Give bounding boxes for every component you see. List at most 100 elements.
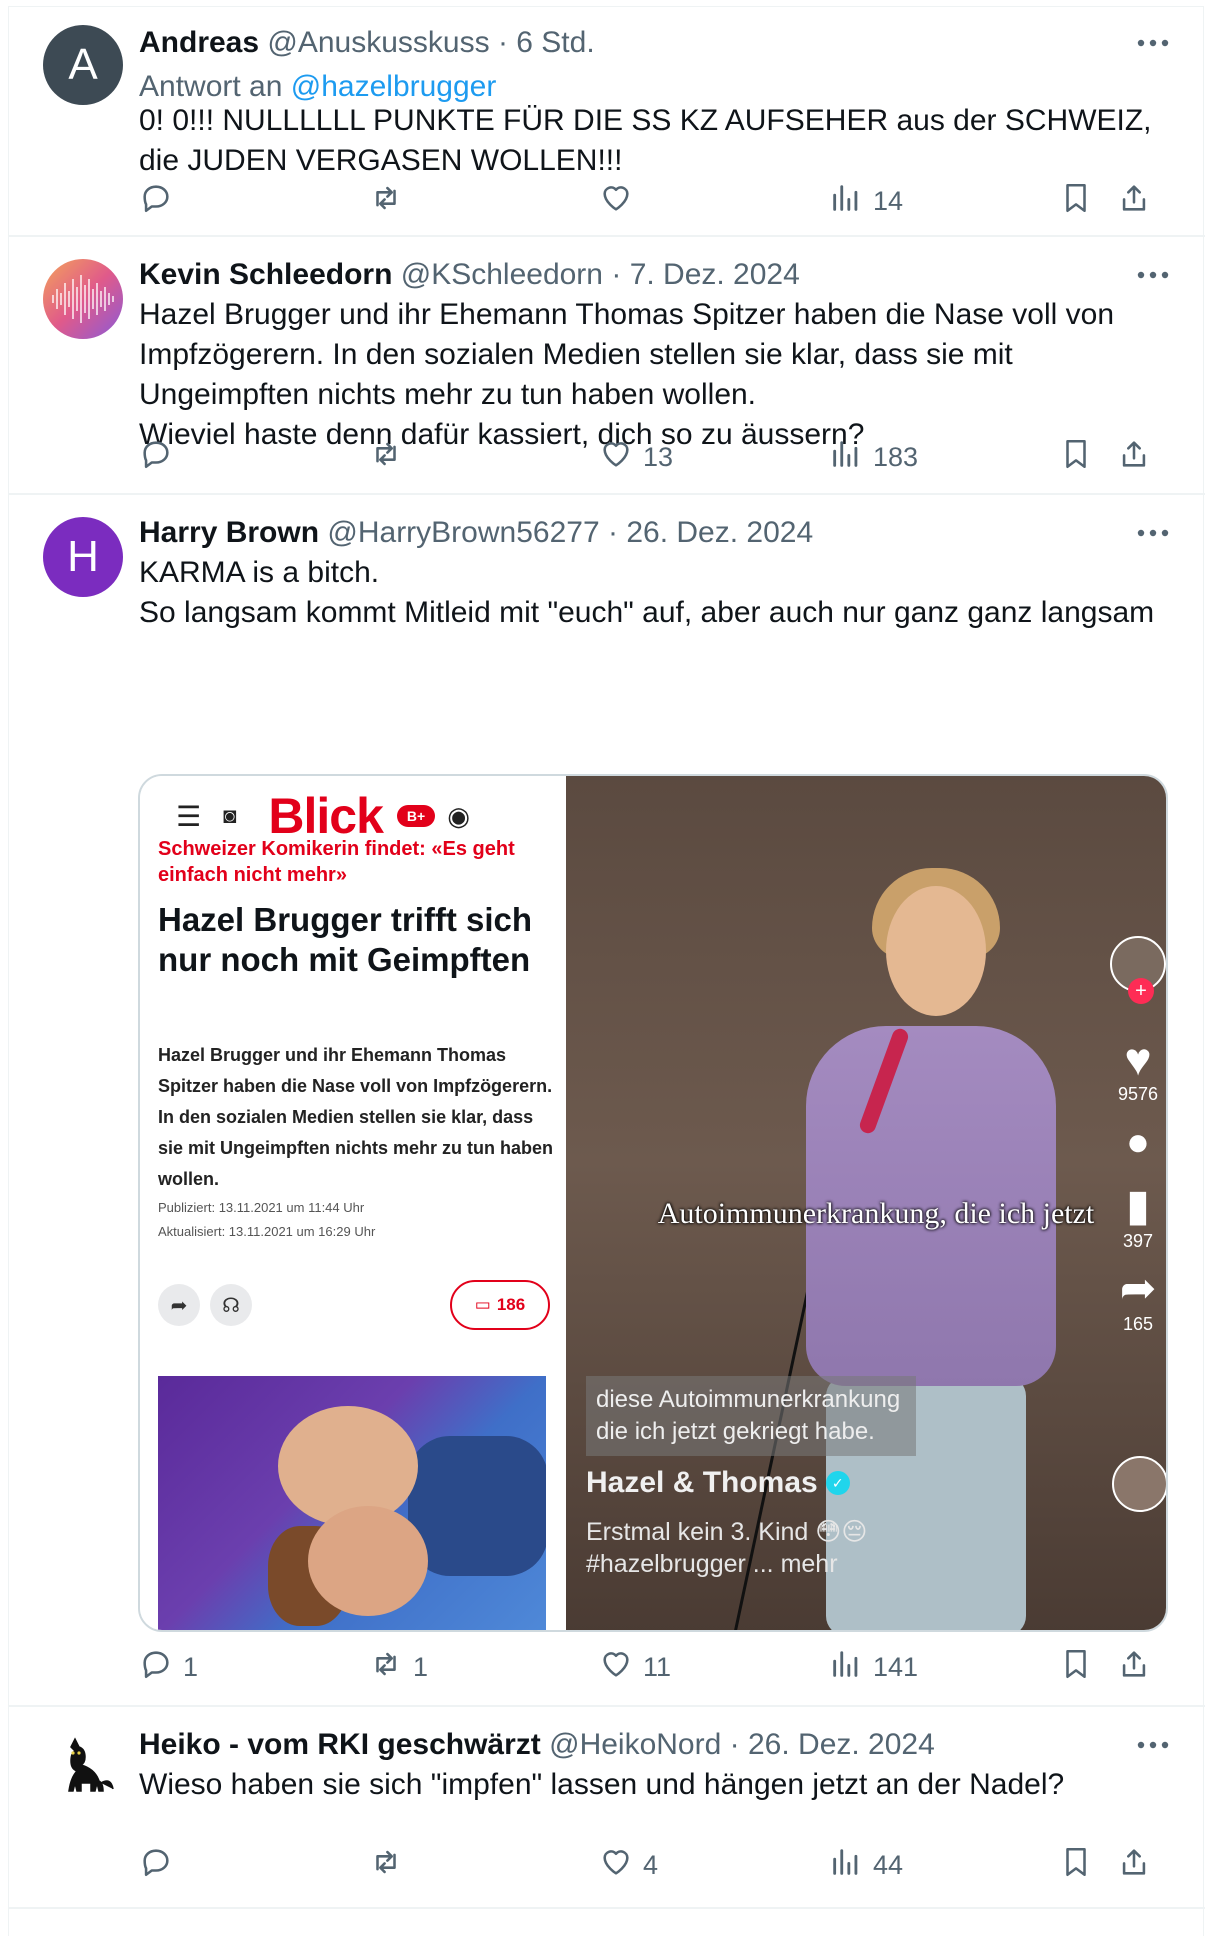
like-button[interactable]: 13 xyxy=(599,435,673,479)
tweet-header: Heiko - vom RKI geschwärzt @HeikoNord · … xyxy=(139,1725,1135,1765)
bookmark-button[interactable] xyxy=(1059,435,1093,479)
video-caption: Autoimmunerkrankung, die ich jetzt xyxy=(657,1197,1095,1230)
views-button[interactable]: 183 xyxy=(829,435,918,479)
views-button[interactable]: 14 xyxy=(829,179,903,223)
video-subtitle: diese Autoimmunerkrankung die ich jetzt … xyxy=(586,1376,916,1456)
retweet-button[interactable] xyxy=(369,435,413,479)
timestamp[interactable]: 7. Dez. 2024 xyxy=(630,258,800,291)
reply-icon xyxy=(139,437,173,478)
more-icon[interactable] xyxy=(1131,23,1175,63)
avatar-letter: A xyxy=(68,40,98,89)
timestamp[interactable]: 26. Dez. 2024 xyxy=(748,1728,935,1761)
heart-icon xyxy=(599,1845,633,1886)
camera-icon: ◙ xyxy=(223,803,237,828)
more-icon[interactable] xyxy=(1131,1725,1175,1765)
views-count: 44 xyxy=(873,1849,904,1880)
share-button[interactable] xyxy=(1117,1843,1151,1887)
tweet-text: 0! 0!!! NULLLLLL PUNKTE FÜR DIE SS KZ AU… xyxy=(139,104,1152,177)
retweet-icon xyxy=(369,437,403,478)
author-name[interactable]: Kevin Schleedorn xyxy=(139,258,392,291)
menu-icon: ☰ xyxy=(176,800,202,832)
like-button[interactable]: 11 xyxy=(599,1645,671,1689)
reply-button[interactable] xyxy=(139,435,183,479)
blick-headline: Hazel Brugger trifft sich nur noch mit G… xyxy=(158,901,533,978)
share-icon xyxy=(1117,437,1151,478)
views-button[interactable]: 141 xyxy=(829,1645,918,1689)
retweet-icon xyxy=(369,1647,403,1688)
separator: · xyxy=(729,1728,740,1761)
avatar[interactable] xyxy=(43,259,123,339)
author-name[interactable]: Heiko - vom RKI geschwärzt xyxy=(139,1728,541,1761)
blick-published: Publiziert: 13.11.2021 um 11:44 Uhr xyxy=(158,1200,365,1215)
reply-prefix: Antwort an xyxy=(139,70,283,103)
bookmark-button[interactable] xyxy=(1059,1843,1093,1887)
cat-icon xyxy=(68,1737,114,1792)
headphones-icon: ☊ xyxy=(210,1284,252,1326)
reply-button[interactable] xyxy=(139,179,183,223)
like-count: 13 xyxy=(643,441,674,472)
retweet-button[interactable] xyxy=(369,1843,413,1887)
video-desc-line2: #hazelbrugger ... mehr xyxy=(586,1550,838,1578)
reply-button[interactable]: 1 xyxy=(139,1645,198,1689)
video-username-text: Hazel & Thomas xyxy=(586,1466,818,1499)
author-handle[interactable]: @Anuskusskuss xyxy=(267,26,489,59)
account-icon: ◉ xyxy=(447,800,470,831)
author-handle[interactable]: @HeikoNord xyxy=(549,1728,721,1761)
sound-disc-icon xyxy=(1112,1456,1166,1512)
share-icon xyxy=(1117,1845,1151,1886)
action-bar: 1 1 11 141 xyxy=(139,1645,1175,1689)
avatar[interactable] xyxy=(43,1727,123,1807)
tweet[interactable]: Heiko - vom RKI geschwärzt @HeikoNord · … xyxy=(9,1709,1205,1909)
views-icon xyxy=(829,181,863,222)
tweet-text: Hazel Brugger und ihr Ehemann Thomas Spi… xyxy=(139,298,1114,451)
retweet-button[interactable] xyxy=(369,179,413,223)
blick-updated: Aktualisiert: 13.11.2021 um 16:29 Uhr xyxy=(158,1224,376,1239)
share-button[interactable] xyxy=(1117,435,1151,479)
share-button[interactable] xyxy=(1117,1645,1151,1689)
like-button[interactable] xyxy=(599,179,643,223)
like-button[interactable]: 4 xyxy=(599,1843,658,1887)
separator: · xyxy=(607,516,618,549)
author-handle[interactable]: @KSchleedorn xyxy=(401,258,603,291)
blick-photo xyxy=(158,1376,546,1630)
tweet-media[interactable]: ☰ ◙ Blick B+ ◉ Schweizer Komikerin finde… xyxy=(138,774,1168,1632)
action-bar: 14 xyxy=(139,179,1175,223)
more-icon[interactable] xyxy=(1131,513,1175,553)
reply-mention-link[interactable]: @hazelbrugger xyxy=(291,70,497,103)
avatar[interactable]: H xyxy=(43,517,123,597)
retweet-icon xyxy=(369,181,403,222)
reply-icon xyxy=(139,181,173,222)
more-icon[interactable] xyxy=(1131,255,1175,295)
heart-icon xyxy=(599,437,633,478)
bookmark-button[interactable] xyxy=(1059,179,1093,223)
avatar[interactable]: A xyxy=(43,25,123,105)
author-name[interactable]: Harry Brown xyxy=(139,516,319,549)
bookmark-icon xyxy=(1059,1845,1093,1886)
author-handle[interactable]: @HarryBrown56277 xyxy=(327,516,599,549)
avatar-letter: H xyxy=(67,532,99,581)
comments-count: 186 xyxy=(496,1295,526,1314)
blick-lead: Hazel Brugger und ihr Ehemann Thomas Spi… xyxy=(158,1045,554,1189)
tweet-header: Harry Brown @HarryBrown56277 · 26. Dez. … xyxy=(139,513,1135,553)
views-button[interactable]: 44 xyxy=(829,1843,903,1887)
blick-article-screenshot: ☰ ◙ Blick B+ ◉ Schweizer Komikerin finde… xyxy=(140,776,564,1630)
reply-button[interactable] xyxy=(139,1843,183,1887)
heart-icon: ♥ xyxy=(1124,1033,1152,1085)
author-name[interactable]: Andreas xyxy=(139,26,259,59)
blick-meta: Publiziert: 13.11.2021 um 11:44 Uhr Aktu… xyxy=(158,1196,554,1244)
tweet[interactable]: Kevin Schleedorn @KSchleedorn · 7. Dez. … xyxy=(9,239,1205,495)
share-arrow-icon: ➦ xyxy=(158,1284,200,1326)
tweet[interactable]: A Andreas @Anuskusskuss · 6 Std. Antwort… xyxy=(9,7,1205,237)
views-icon xyxy=(829,437,863,478)
timestamp[interactable]: 6 Std. xyxy=(516,26,594,59)
share-button[interactable] xyxy=(1117,179,1151,223)
share-arrow-icon: ➦ xyxy=(1119,1264,1157,1313)
timestamp[interactable]: 26. Dez. 2024 xyxy=(626,516,813,549)
reply-icon xyxy=(139,1845,173,1886)
tweet-header: Andreas @Anuskusskuss · 6 Std. xyxy=(139,23,1135,63)
video-username: Hazel & Thomas ✓ xyxy=(586,1466,850,1500)
bookmark-button[interactable] xyxy=(1059,1645,1093,1689)
retweet-button[interactable]: 1 xyxy=(369,1645,428,1689)
heart-icon xyxy=(599,181,633,222)
video-side-rail: + ♥ 9576 ● ▮ 397 ➦ 165 xyxy=(1108,936,1166,1335)
